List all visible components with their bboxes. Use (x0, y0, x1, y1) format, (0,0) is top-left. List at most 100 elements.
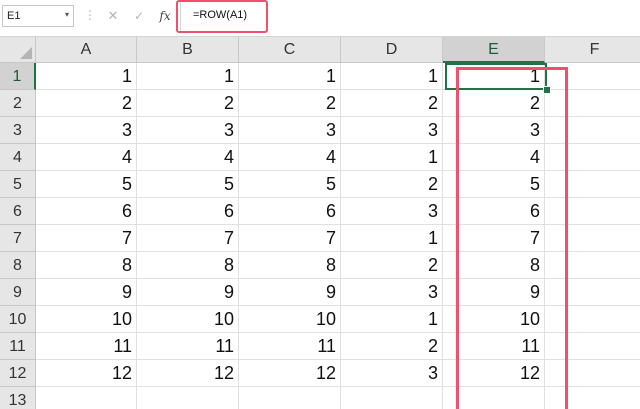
cell-c10[interactable]: 10 (239, 306, 341, 333)
cell-e9[interactable]: 9 (443, 279, 545, 306)
cell-f8[interactable] (545, 252, 640, 279)
cell-e4[interactable]: 4 (443, 144, 545, 171)
row-header-7[interactable]: 7 (0, 225, 36, 252)
cell-d1[interactable]: 1 (341, 63, 443, 90)
cell-e7[interactable]: 7 (443, 225, 545, 252)
cell-d13[interactable] (341, 387, 443, 409)
name-box[interactable]: E1 ▾ (2, 5, 74, 27)
check-icon[interactable]: ✓ (130, 7, 148, 25)
cell-b3[interactable]: 3 (137, 117, 239, 144)
column-header-e[interactable]: E (443, 37, 545, 63)
cell-a7[interactable]: 7 (36, 225, 137, 252)
cell-b7[interactable]: 7 (137, 225, 239, 252)
cell-a11[interactable]: 11 (36, 333, 137, 360)
cell-b4[interactable]: 4 (137, 144, 239, 171)
cell-b10[interactable]: 10 (137, 306, 239, 333)
fill-handle[interactable] (543, 86, 551, 94)
select-all-corner[interactable] (0, 37, 36, 63)
cell-c6[interactable]: 6 (239, 198, 341, 225)
cell-b9[interactable]: 9 (137, 279, 239, 306)
cell-f7[interactable] (545, 225, 640, 252)
cell-a10[interactable]: 10 (36, 306, 137, 333)
cell-d8[interactable]: 2 (341, 252, 443, 279)
cell-d4[interactable]: 1 (341, 144, 443, 171)
cell-a4[interactable]: 4 (36, 144, 137, 171)
cell-a12[interactable]: 12 (36, 360, 137, 387)
cell-b11[interactable]: 11 (137, 333, 239, 360)
cell-b6[interactable]: 6 (137, 198, 239, 225)
cell-e8[interactable]: 8 (443, 252, 545, 279)
cell-d11[interactable]: 2 (341, 333, 443, 360)
row-header-4[interactable]: 4 (0, 144, 36, 171)
row-header-1[interactable]: 1 (0, 63, 36, 90)
cell-c5[interactable]: 5 (239, 171, 341, 198)
row-header-10[interactable]: 10 (0, 306, 36, 333)
row-header-3[interactable]: 3 (0, 117, 36, 144)
cell-c9[interactable]: 9 (239, 279, 341, 306)
chevron-down-icon[interactable]: ▾ (65, 10, 69, 19)
cell-e2[interactable]: 2 (443, 90, 545, 117)
row-header-6[interactable]: 6 (0, 198, 36, 225)
cell-f3[interactable] (545, 117, 640, 144)
cell-c12[interactable]: 12 (239, 360, 341, 387)
cell-b2[interactable]: 2 (137, 90, 239, 117)
cell-e13[interactable] (443, 387, 545, 409)
drag-handle-icon[interactable]: ⋮ (84, 7, 96, 23)
row-header-2[interactable]: 2 (0, 90, 36, 117)
column-header-b[interactable]: B (137, 37, 239, 63)
cell-f13[interactable] (545, 387, 640, 409)
row-header-5[interactable]: 5 (0, 171, 36, 198)
cell-f4[interactable] (545, 144, 640, 171)
cell-e1[interactable]: 1 (443, 63, 545, 90)
cell-f12[interactable] (545, 360, 640, 387)
cell-b5[interactable]: 5 (137, 171, 239, 198)
row-header-11[interactable]: 11 (0, 333, 36, 360)
cell-f1[interactable] (545, 63, 640, 90)
cell-c13[interactable] (239, 387, 341, 409)
cell-e10[interactable]: 10 (443, 306, 545, 333)
cell-e12[interactable]: 12 (443, 360, 545, 387)
cell-e6[interactable]: 6 (443, 198, 545, 225)
cell-a2[interactable]: 2 (36, 90, 137, 117)
cell-a8[interactable]: 8 (36, 252, 137, 279)
cell-d6[interactable]: 3 (341, 198, 443, 225)
cell-d2[interactable]: 2 (341, 90, 443, 117)
cell-e5[interactable]: 5 (443, 171, 545, 198)
row-header-13[interactable]: 13 (0, 387, 36, 409)
cell-c7[interactable]: 7 (239, 225, 341, 252)
cell-a13[interactable] (36, 387, 137, 409)
column-header-c[interactable]: C (239, 37, 341, 63)
column-header-d[interactable]: D (341, 37, 443, 63)
cell-b12[interactable]: 12 (137, 360, 239, 387)
row-header-9[interactable]: 9 (0, 279, 36, 306)
cell-c8[interactable]: 8 (239, 252, 341, 279)
cell-d5[interactable]: 2 (341, 171, 443, 198)
cell-a5[interactable]: 5 (36, 171, 137, 198)
cell-d10[interactable]: 1 (341, 306, 443, 333)
insert-function-icon[interactable]: fx (156, 7, 174, 25)
cell-c1[interactable]: 1 (239, 63, 341, 90)
cell-c11[interactable]: 11 (239, 333, 341, 360)
cell-d7[interactable]: 1 (341, 225, 443, 252)
cancel-icon[interactable]: ✕ (104, 7, 122, 25)
cell-d12[interactable]: 3 (341, 360, 443, 387)
cell-b13[interactable] (137, 387, 239, 409)
cell-c3[interactable]: 3 (239, 117, 341, 144)
cell-f2[interactable] (545, 90, 640, 117)
cell-b8[interactable]: 8 (137, 252, 239, 279)
cell-d9[interactable]: 3 (341, 279, 443, 306)
cell-f9[interactable] (545, 279, 640, 306)
row-header-12[interactable]: 12 (0, 360, 36, 387)
cell-a3[interactable]: 3 (36, 117, 137, 144)
cell-f11[interactable] (545, 333, 640, 360)
cell-c2[interactable]: 2 (239, 90, 341, 117)
cell-a6[interactable]: 6 (36, 198, 137, 225)
cell-f6[interactable] (545, 198, 640, 225)
cell-e3[interactable]: 3 (443, 117, 545, 144)
cell-f10[interactable] (545, 306, 640, 333)
cell-b1[interactable]: 1 (137, 63, 239, 90)
cell-c4[interactable]: 4 (239, 144, 341, 171)
cell-a1[interactable]: 1 (36, 63, 137, 90)
cell-d3[interactable]: 3 (341, 117, 443, 144)
cell-a9[interactable]: 9 (36, 279, 137, 306)
